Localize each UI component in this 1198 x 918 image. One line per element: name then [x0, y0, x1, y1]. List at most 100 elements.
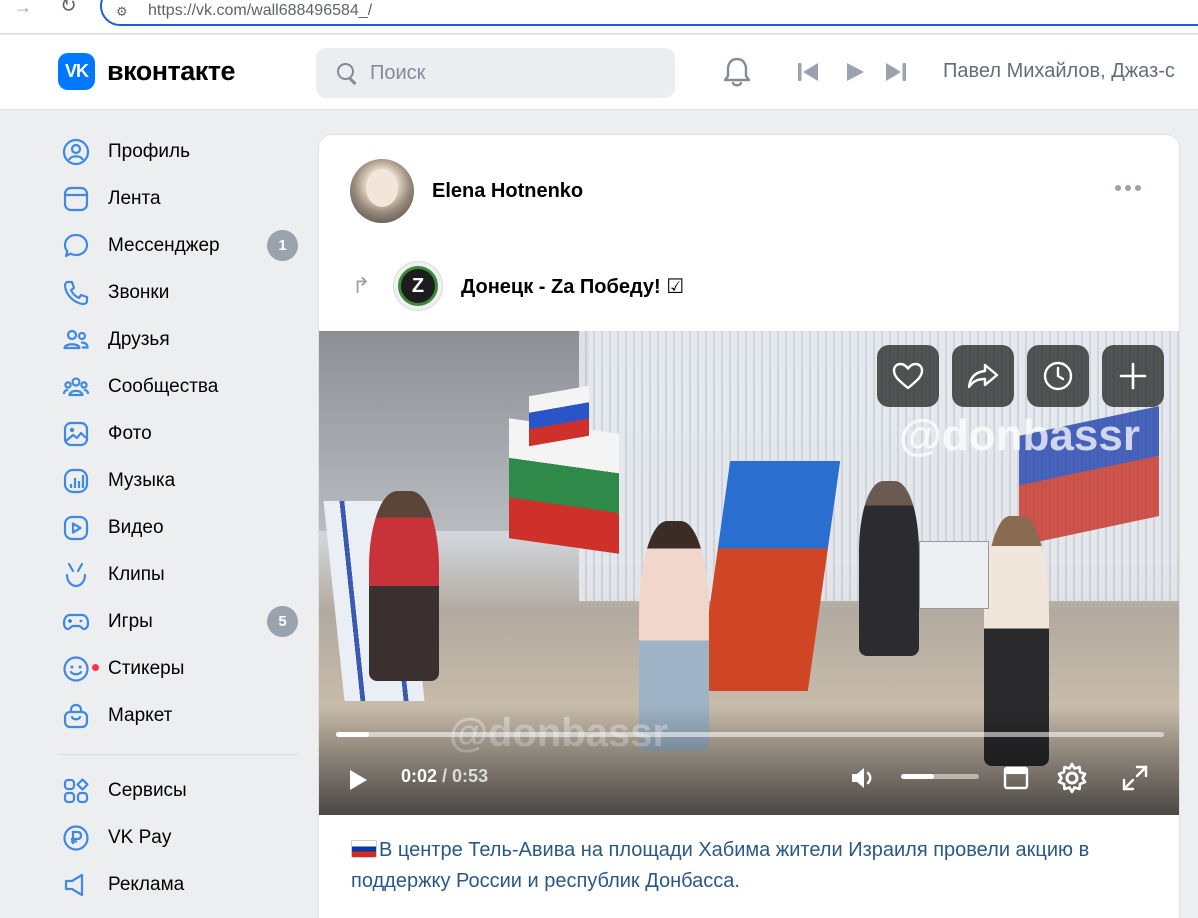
now-playing-track[interactable]: Павел Михайлов, Джаз-с	[943, 60, 1175, 83]
site-settings-icon[interactable]: ⚙	[116, 4, 128, 20]
unread-count-badge: 1	[267, 230, 298, 261]
sidebar-item-calls[interactable]: Звонки	[58, 269, 298, 316]
search-box[interactable]	[316, 48, 675, 98]
video-watermark: @donbassr	[899, 411, 1140, 460]
sidebar-item-vkpay[interactable]: VK Pay	[58, 814, 298, 861]
sidebar-item-market[interactable]: Маркет	[58, 692, 298, 739]
post-text-body: В центре Тель-Авива на площади Хабима жи…	[351, 839, 1090, 892]
sidebar-item-label: Мессенджер	[108, 234, 220, 256]
sidebar-item-stickers[interactable]: Стикеры	[58, 645, 298, 692]
post-author[interactable]: Elena Hotnenko	[350, 159, 583, 223]
next-track-icon[interactable]	[884, 61, 908, 83]
add-video-button[interactable]	[1102, 345, 1164, 407]
video-protest-sign	[919, 541, 989, 609]
author-avatar[interactable]	[350, 159, 414, 223]
sidebar-item-label: Звонки	[108, 281, 170, 303]
search-input[interactable]	[370, 61, 650, 85]
sidebar-item-label: Игры	[108, 610, 153, 632]
new-stickers-dot	[91, 662, 100, 672]
photo-icon	[62, 420, 90, 448]
heart-icon	[892, 362, 924, 390]
stickers-icon	[62, 655, 100, 683]
video-person-2	[859, 481, 919, 656]
group-avatar-letter: Z	[398, 266, 438, 306]
russia-flag-emoji-icon	[351, 840, 377, 858]
vkpay-icon	[62, 824, 90, 852]
ads-icon	[62, 871, 90, 899]
forward-arrow-icon[interactable]: →	[14, 0, 32, 16]
sidebar-item-label: Фото	[108, 422, 152, 444]
sidebar-item-communities[interactable]: Сообщества	[58, 363, 298, 410]
previous-track-icon[interactable]	[796, 61, 820, 83]
browser-bar: → ↻ ⚙ https://vk.com/wall688496584_/	[0, 0, 1198, 34]
sidebar-item-label: Стикеры	[108, 657, 185, 679]
watch-later-button[interactable]	[1027, 345, 1089, 407]
market-icon	[62, 702, 90, 730]
sidebar-item-label: Друзья	[108, 328, 170, 350]
video-progress-bar[interactable]	[336, 732, 1164, 737]
sidebar-item-photos[interactable]: Фото	[58, 410, 298, 457]
sidebar-item-services[interactable]: Сервисы	[58, 767, 298, 814]
video-play-icon[interactable]	[347, 768, 369, 792]
sidebar-item-label: Видео	[108, 516, 164, 538]
sidebar-item-ads[interactable]: Реклама	[58, 861, 298, 908]
clock-icon	[1043, 361, 1073, 391]
repost-source: ↱ Z Донецк - Za Победу! ☑	[352, 261, 684, 311]
sidebar-item-profile[interactable]: Профиль	[58, 128, 298, 175]
games-icon	[62, 608, 90, 636]
video-flag-russia	[529, 385, 589, 447]
sidebar-item-label: VK Pay	[108, 826, 172, 848]
bell-icon[interactable]	[720, 55, 754, 89]
plus-icon	[1119, 362, 1147, 390]
phone-icon	[62, 279, 90, 307]
video-person-4	[369, 491, 439, 681]
video-player[interactable]: @donbassr @donbassr 0:02 / 0:53	[319, 331, 1179, 815]
sidebar-item-friends[interactable]: Друзья	[58, 316, 298, 363]
friends-icon	[62, 326, 90, 354]
settings-gear-icon[interactable]	[1056, 762, 1088, 794]
reload-icon[interactable]: ↻	[60, 0, 77, 16]
sidebar-item-clips[interactable]: Клипы	[58, 551, 298, 598]
like-video-button[interactable]	[877, 345, 939, 407]
group-name[interactable]: Донецк - Za Победу! ☑	[461, 274, 684, 299]
more-options-icon[interactable]	[1115, 185, 1141, 191]
vk-logo[interactable]: VK вконтакте	[58, 53, 236, 90]
sidebar-item-label: Реклама	[108, 873, 185, 895]
video-time-separator: /	[437, 766, 453, 786]
url-text[interactable]: https://vk.com/wall688496584_/	[148, 2, 372, 20]
sidebar-item-label: Клипы	[108, 563, 165, 585]
profile-icon	[62, 138, 90, 166]
fullscreen-icon[interactable]	[1121, 764, 1149, 792]
sidebar-item-video[interactable]: Видео	[58, 504, 298, 551]
group-avatar[interactable]: Z	[393, 261, 443, 311]
left-sidebar: Профиль Лента Мессенджер 1 Звонки Друзья…	[58, 128, 298, 908]
games-count-badge: 5	[267, 606, 298, 637]
post-text: В центре Тель-Авива на площади Хабима жи…	[351, 835, 1161, 897]
sidebar-item-messenger[interactable]: Мессенджер 1	[58, 222, 298, 269]
vk-logo-text: вконтакте	[107, 56, 236, 86]
vk-logo-icon: VK	[58, 53, 95, 90]
sidebar-divider	[58, 754, 298, 755]
volume-slider-fill	[901, 774, 934, 779]
messenger-icon	[62, 232, 90, 260]
sidebar-item-label: Профиль	[108, 140, 191, 162]
video-icon	[62, 514, 90, 542]
video-time-total: 0:53	[452, 766, 489, 786]
clips-icon	[62, 561, 90, 589]
sidebar-item-label: Маркет	[108, 704, 173, 726]
mini-player-icon[interactable]	[1002, 764, 1030, 792]
repost-arrow-icon: ↱	[352, 273, 371, 298]
play-icon[interactable]	[844, 61, 866, 83]
address-bar[interactable]: ⚙ https://vk.com/wall688496584_/	[100, 0, 1198, 26]
sidebar-item-label: Сервисы	[108, 779, 187, 801]
video-time-current: 0:02	[401, 766, 438, 786]
author-name[interactable]: Elena Hotnenko	[432, 180, 583, 203]
volume-icon[interactable]	[849, 764, 879, 792]
share-arrow-icon	[967, 363, 999, 389]
sidebar-item-feed[interactable]: Лента	[58, 175, 298, 222]
music-icon	[62, 467, 90, 495]
sidebar-item-games[interactable]: Игры 5	[58, 598, 298, 645]
share-video-button[interactable]	[952, 345, 1014, 407]
sidebar-item-music[interactable]: Музыка	[58, 457, 298, 504]
volume-slider[interactable]	[901, 774, 979, 779]
